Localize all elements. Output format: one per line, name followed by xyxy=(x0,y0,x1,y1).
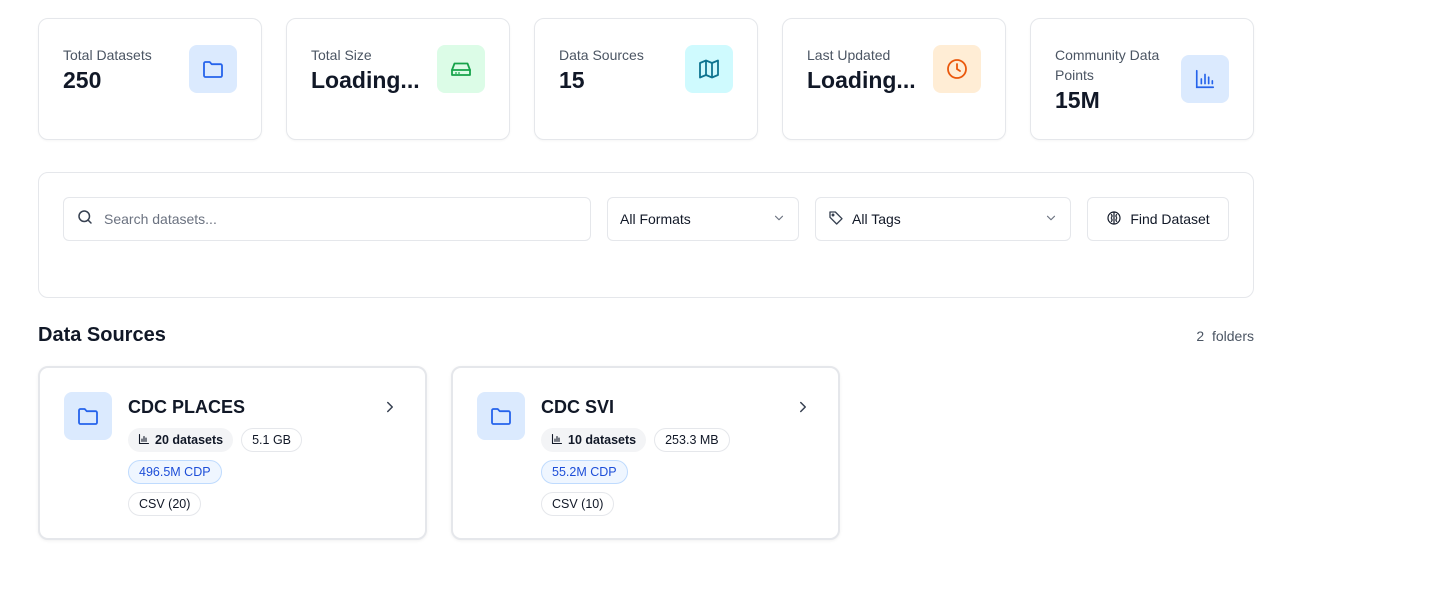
tags-select-value: All Tags xyxy=(852,211,901,227)
stat-value: 15M xyxy=(1055,87,1100,113)
find-dataset-button[interactable]: Find Dataset xyxy=(1087,197,1229,241)
size-badge: 5.1 GB xyxy=(241,428,303,452)
datasets-badge: 20 datasets xyxy=(128,428,234,452)
source-badges: 10 datasets 253.3 MB 55.2M CDP xyxy=(541,428,801,484)
source-badges: 20 datasets 5.1 GB 496.5M CDP xyxy=(128,428,388,484)
clock-icon xyxy=(933,45,981,93)
format-select-value: All Formats xyxy=(620,211,691,227)
hard-drive-icon xyxy=(437,45,485,93)
stat-label: Last Updated xyxy=(807,47,891,63)
format-badge: CSV (10) xyxy=(541,492,615,516)
folder-icon xyxy=(189,45,237,93)
source-name: CDC SVI xyxy=(541,397,615,417)
tag-icon xyxy=(828,210,844,229)
stats-row: Total Datasets 250 Total Size Loading...… xyxy=(38,18,1254,140)
bar-chart-icon xyxy=(138,433,150,448)
format-select[interactable]: All Formats xyxy=(607,197,799,241)
find-dataset-label: Find Dataset xyxy=(1130,211,1210,227)
stat-label: Community Data Points xyxy=(1055,47,1160,83)
stat-value: 250 xyxy=(63,67,102,93)
stat-value: Loading... xyxy=(807,67,916,93)
folder-count: 2 folders xyxy=(1196,328,1254,344)
section-title: Data Sources xyxy=(38,324,166,346)
source-name: CDC PLACES xyxy=(128,397,246,417)
brain-icon xyxy=(1106,210,1122,229)
map-icon xyxy=(685,45,733,93)
bar-chart-icon xyxy=(551,433,563,448)
filter-panel: All Formats All Tags Find Dataset xyxy=(38,172,1254,298)
folder-count-value: 2 xyxy=(1196,328,1205,344)
folder-count-unit: folders xyxy=(1211,328,1254,344)
source-card-cdc-svi[interactable]: CDC SVI 10 datasets 253.3 MB 55.2M CDP C… xyxy=(451,366,840,540)
datasets-badge: 10 datasets xyxy=(541,428,647,452)
cdp-badge: 55.2M CDP xyxy=(541,460,628,484)
chevron-right-icon[interactable] xyxy=(794,398,812,421)
stat-card-data-sources: Data Sources 15 xyxy=(534,18,758,140)
search-box[interactable] xyxy=(63,197,591,241)
folder-icon xyxy=(64,392,112,440)
source-card-cdc-places[interactable]: CDC PLACES 20 datasets 5.1 GB 496.5M CDP… xyxy=(38,366,427,540)
folder-icon xyxy=(477,392,525,440)
chevron-down-icon xyxy=(1044,211,1058,228)
search-input[interactable] xyxy=(104,211,584,227)
tags-select[interactable]: All Tags xyxy=(815,197,1071,241)
cdp-badge: 496.5M CDP xyxy=(128,460,222,484)
datasets-count: 20 datasets xyxy=(155,433,224,447)
size-badge: 253.3 MB xyxy=(654,428,730,452)
stat-label: Total Datasets xyxy=(63,47,152,63)
bar-chart-icon xyxy=(1181,55,1229,103)
search-icon xyxy=(76,208,94,231)
stat-value: Loading... xyxy=(311,67,420,93)
stat-card-total-size: Total Size Loading... xyxy=(286,18,510,140)
chevron-down-icon xyxy=(772,211,786,228)
format-badge: CSV (20) xyxy=(128,492,202,516)
datasets-count: 10 datasets xyxy=(568,433,637,447)
stat-value: 15 xyxy=(559,67,585,93)
stat-card-last-updated: Last Updated Loading... xyxy=(782,18,1006,140)
stat-label: Total Size xyxy=(311,47,372,63)
chevron-right-icon[interactable] xyxy=(381,398,399,421)
stat-card-community-data-points: Community Data Points 15M xyxy=(1030,18,1254,140)
stat-card-total-datasets: Total Datasets 250 xyxy=(38,18,262,140)
stat-label: Data Sources xyxy=(559,47,644,63)
